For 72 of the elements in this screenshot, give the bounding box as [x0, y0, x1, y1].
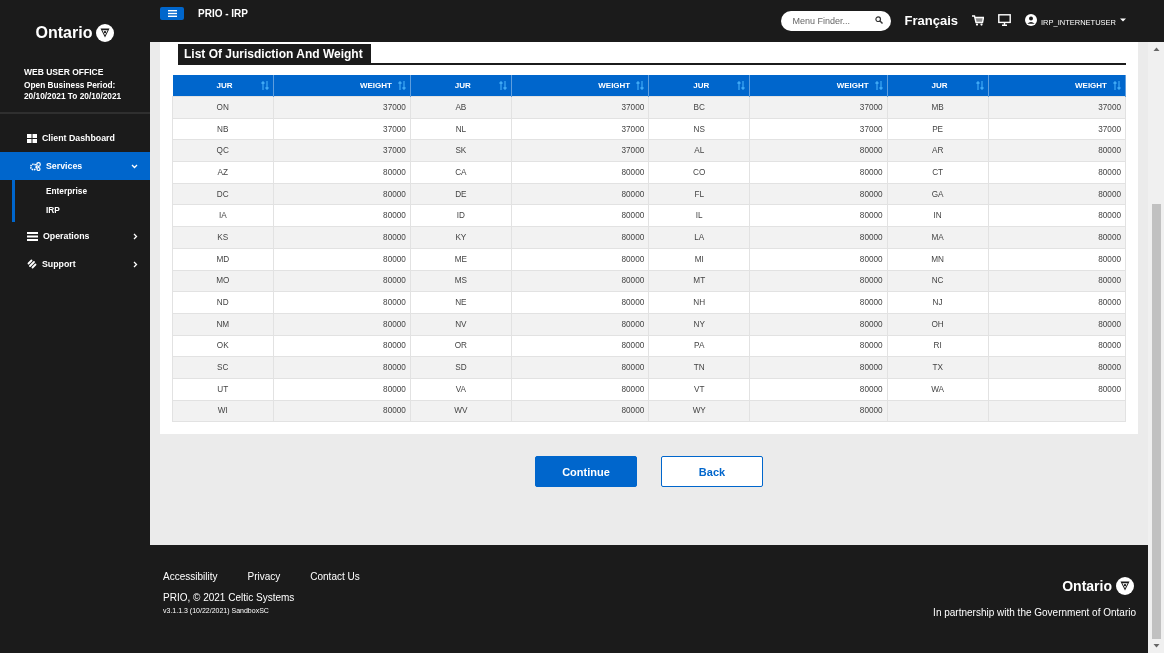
- table-cell: ND: [172, 291, 273, 314]
- table-cell: SC: [172, 356, 273, 379]
- monitor-icon[interactable]: [998, 14, 1011, 26]
- sidebar-item[interactable]: Support: [0, 250, 150, 278]
- table-cell: AZ: [172, 161, 273, 184]
- sidebar-subitem[interactable]: Enterprise: [15, 182, 150, 201]
- business-period-label: Open Business Period:: [24, 80, 117, 91]
- continue-button[interactable]: Continue: [535, 456, 637, 488]
- table-cell: 37000: [988, 96, 1126, 119]
- language-link[interactable]: Français: [904, 12, 958, 28]
- column-header[interactable]: JUR: [410, 75, 512, 97]
- column-header[interactable]: WEIGHT: [749, 75, 888, 97]
- sort-icon[interactable]: [737, 81, 746, 90]
- cart-icon[interactable]: [972, 14, 984, 26]
- app-title: PRIO - IRP: [198, 7, 249, 19]
- gears-icon: [30, 161, 41, 171]
- column-header[interactable]: JUR: [887, 75, 989, 97]
- sort-icon[interactable]: [636, 81, 645, 90]
- table-cell: WI: [172, 400, 273, 422]
- table-cell: UT: [172, 378, 273, 401]
- caret-icon: [1120, 18, 1126, 22]
- table-cell: NM: [172, 313, 273, 336]
- footer-link[interactable]: Privacy: [247, 571, 281, 582]
- table-cell: 37000: [273, 96, 411, 119]
- sort-icon[interactable]: [498, 81, 507, 90]
- sidebar-subitem[interactable]: IRP: [15, 201, 150, 220]
- hamburger-icon: [167, 9, 177, 17]
- trillium-logo-icon: [96, 24, 115, 42]
- sort-icon[interactable]: [975, 81, 984, 90]
- sidebar-item[interactable]: Operations: [0, 222, 150, 250]
- column-header[interactable]: JUR: [172, 75, 273, 97]
- user-icon: [1025, 14, 1037, 26]
- sidebar-item[interactable]: Client Dashboard: [0, 124, 150, 152]
- table-cell: OK: [172, 335, 273, 357]
- table-cell: IA: [172, 204, 273, 227]
- office-name: WEB USER OFFICE: [24, 67, 105, 78]
- column-header[interactable]: JUR: [648, 75, 750, 97]
- ontario-logo-text: Ontario: [35, 24, 93, 42]
- list-icon: [27, 231, 38, 241]
- grid-icon: [27, 133, 37, 143]
- footer-link[interactable]: Contact Us: [310, 571, 360, 582]
- menu-finder-field[interactable]: Menu Finder...: [780, 11, 891, 31]
- menu-button[interactable]: [160, 6, 184, 20]
- table-cell: MD: [172, 248, 273, 270]
- back-button[interactable]: Back: [661, 456, 763, 488]
- table-cell: MB: [887, 96, 989, 119]
- table-cell: 37000: [511, 96, 649, 119]
- table-cell: 37000: [749, 96, 888, 119]
- table-cell: QC: [172, 139, 273, 162]
- ontario-logo-text: Ontario: [1062, 578, 1112, 594]
- footer-link[interactable]: Accessibility: [163, 571, 218, 582]
- table-cell: BC: [648, 96, 750, 119]
- trillium-logo-icon: [1116, 577, 1134, 595]
- copyright-text: PRIO, © 2021 Celtic Systems: [163, 592, 296, 603]
- table-cell: AB: [410, 96, 512, 119]
- table-cell: ON: [172, 96, 273, 119]
- column-header[interactable]: WEIGHT: [511, 75, 649, 97]
- sort-icon[interactable]: [874, 81, 883, 90]
- sort-icon[interactable]: [260, 81, 269, 90]
- table-cell: DC: [172, 183, 273, 205]
- sort-icon[interactable]: [1113, 81, 1121, 90]
- table-cell: MO: [172, 270, 273, 292]
- sidebar-item[interactable]: Services: [0, 152, 150, 180]
- section-title: List Of Jurisdiction And Weight: [178, 44, 371, 63]
- partnership-text: In partnership with the Government of Ontario: [933, 607, 1136, 618]
- sort-icon[interactable]: [397, 81, 406, 90]
- table-cell: KS: [172, 226, 273, 249]
- column-header[interactable]: WEIGHT: [273, 75, 411, 97]
- column-header[interactable]: WEIGHT: [988, 75, 1126, 97]
- search-icon: [874, 16, 883, 24]
- table-cell: NB: [172, 118, 273, 140]
- business-period: 20/10/2021 To 20/10/2021: [24, 91, 123, 102]
